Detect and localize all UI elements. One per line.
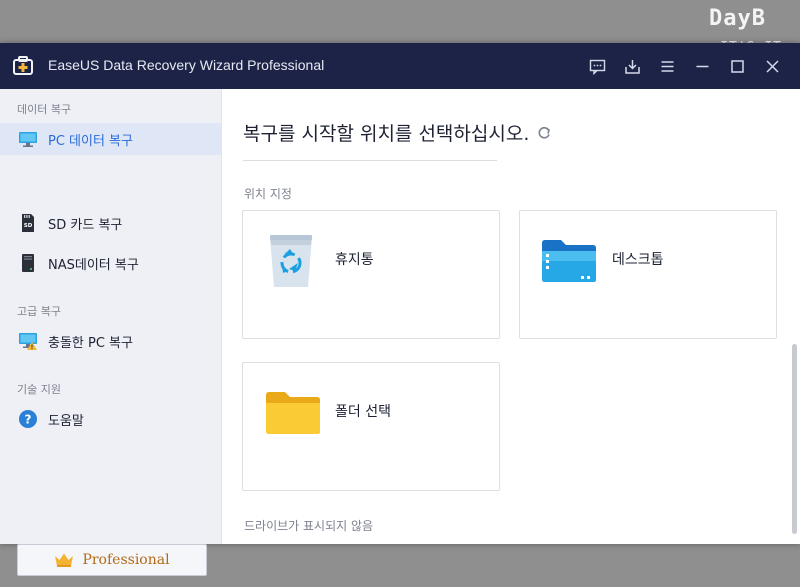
location-label: 폴더 선택	[335, 404, 391, 420]
sidebar-item-nas[interactable]: NAS데이터 복구	[0, 247, 222, 279]
app-window: EaseUS Data Recovery Wizard Professional	[0, 43, 800, 576]
recycle-bin-icon	[268, 233, 314, 293]
sidebar-item-sd-card[interactable]: SD SD 카드 복구	[0, 207, 222, 239]
location-label: 데스크톱	[612, 252, 664, 268]
professional-label: Professional	[82, 552, 170, 568]
refresh-icon[interactable]	[537, 126, 551, 140]
watermark-line1: DayB	[709, 6, 766, 31]
sidebar-section-advanced: 고급 복구	[17, 305, 61, 318]
sidebar-item-label: 도움말	[48, 413, 84, 429]
main-scrollbar[interactable]	[792, 344, 797, 534]
close-button[interactable]	[755, 53, 790, 79]
page-title-text: 복구를 시작할 위치를 선택하십시오.	[243, 123, 530, 145]
crown-icon	[55, 553, 74, 567]
sidebar-item-pc-recovery[interactable]: PC 데이터 복구	[0, 123, 222, 155]
sidebar-item-help[interactable]: ? 도움말	[0, 403, 222, 435]
window-title: EaseUS Data Recovery Wizard Professional	[48, 57, 325, 73]
minimize-icon	[696, 65, 709, 67]
location-card-select-folder[interactable]: 폴더 선택	[242, 362, 500, 491]
svg-text:?: ?	[25, 413, 32, 427]
heading-divider	[243, 160, 497, 161]
help-icon: ?	[18, 409, 38, 429]
menu-button[interactable]	[650, 53, 685, 79]
section-label-locations: 위치 지정	[244, 187, 292, 201]
monitor-icon	[18, 129, 38, 149]
maximize-icon	[731, 59, 744, 73]
app-logo-icon	[12, 55, 34, 77]
desktop-folder-icon	[541, 239, 597, 287]
sidebar-item-label: PC 데이터 복구	[48, 133, 133, 149]
feedback-button[interactable]	[580, 53, 615, 79]
download-icon	[625, 59, 640, 74]
folder-icon	[265, 391, 321, 439]
menu-icon	[661, 60, 674, 72]
drives-not-shown-label[interactable]: 드라이브가 표시되지 않음	[244, 517, 373, 534]
location-card-desktop[interactable]: 데스크톱	[519, 210, 777, 339]
maximize-button[interactable]	[720, 53, 755, 79]
sidebar-item-label: 충돌한 PC 복구	[48, 335, 133, 351]
close-icon	[766, 59, 779, 73]
location-card-recycle-bin[interactable]: 휴지통	[242, 210, 500, 339]
sidebar-section-support: 기술 지원	[17, 383, 61, 396]
sidebar-item-label: NAS데이터 복구	[48, 257, 139, 273]
sidebar: 데이터 복구 PC 데이터 복구 SD SD 카드 복구 NAS데이터 복구 고…	[0, 89, 222, 576]
sd-card-icon: SD	[18, 213, 38, 233]
page-title: 복구를 시작할 위치를 선택하십시오.	[243, 119, 551, 146]
nas-icon	[18, 253, 38, 273]
title-bar[interactable]: EaseUS Data Recovery Wizard Professional	[0, 43, 800, 89]
location-label: 휴지통	[335, 252, 374, 268]
crashed-pc-icon	[18, 331, 38, 351]
professional-button[interactable]: Professional	[17, 544, 207, 576]
minimize-button[interactable]	[685, 53, 720, 79]
svg-text:SD: SD	[24, 223, 33, 229]
download-button[interactable]	[615, 53, 650, 79]
sidebar-item-label: SD 카드 복구	[48, 217, 123, 233]
feedback-icon	[589, 59, 606, 75]
main-panel: 복구를 시작할 위치를 선택하십시오. 위치 지정 휴지통 데스크톱 폴더 선택…	[223, 89, 800, 544]
sidebar-section-data-recovery: 데이터 복구	[17, 103, 72, 116]
sidebar-item-crashed-pc[interactable]: 충돌한 PC 복구	[0, 325, 222, 357]
